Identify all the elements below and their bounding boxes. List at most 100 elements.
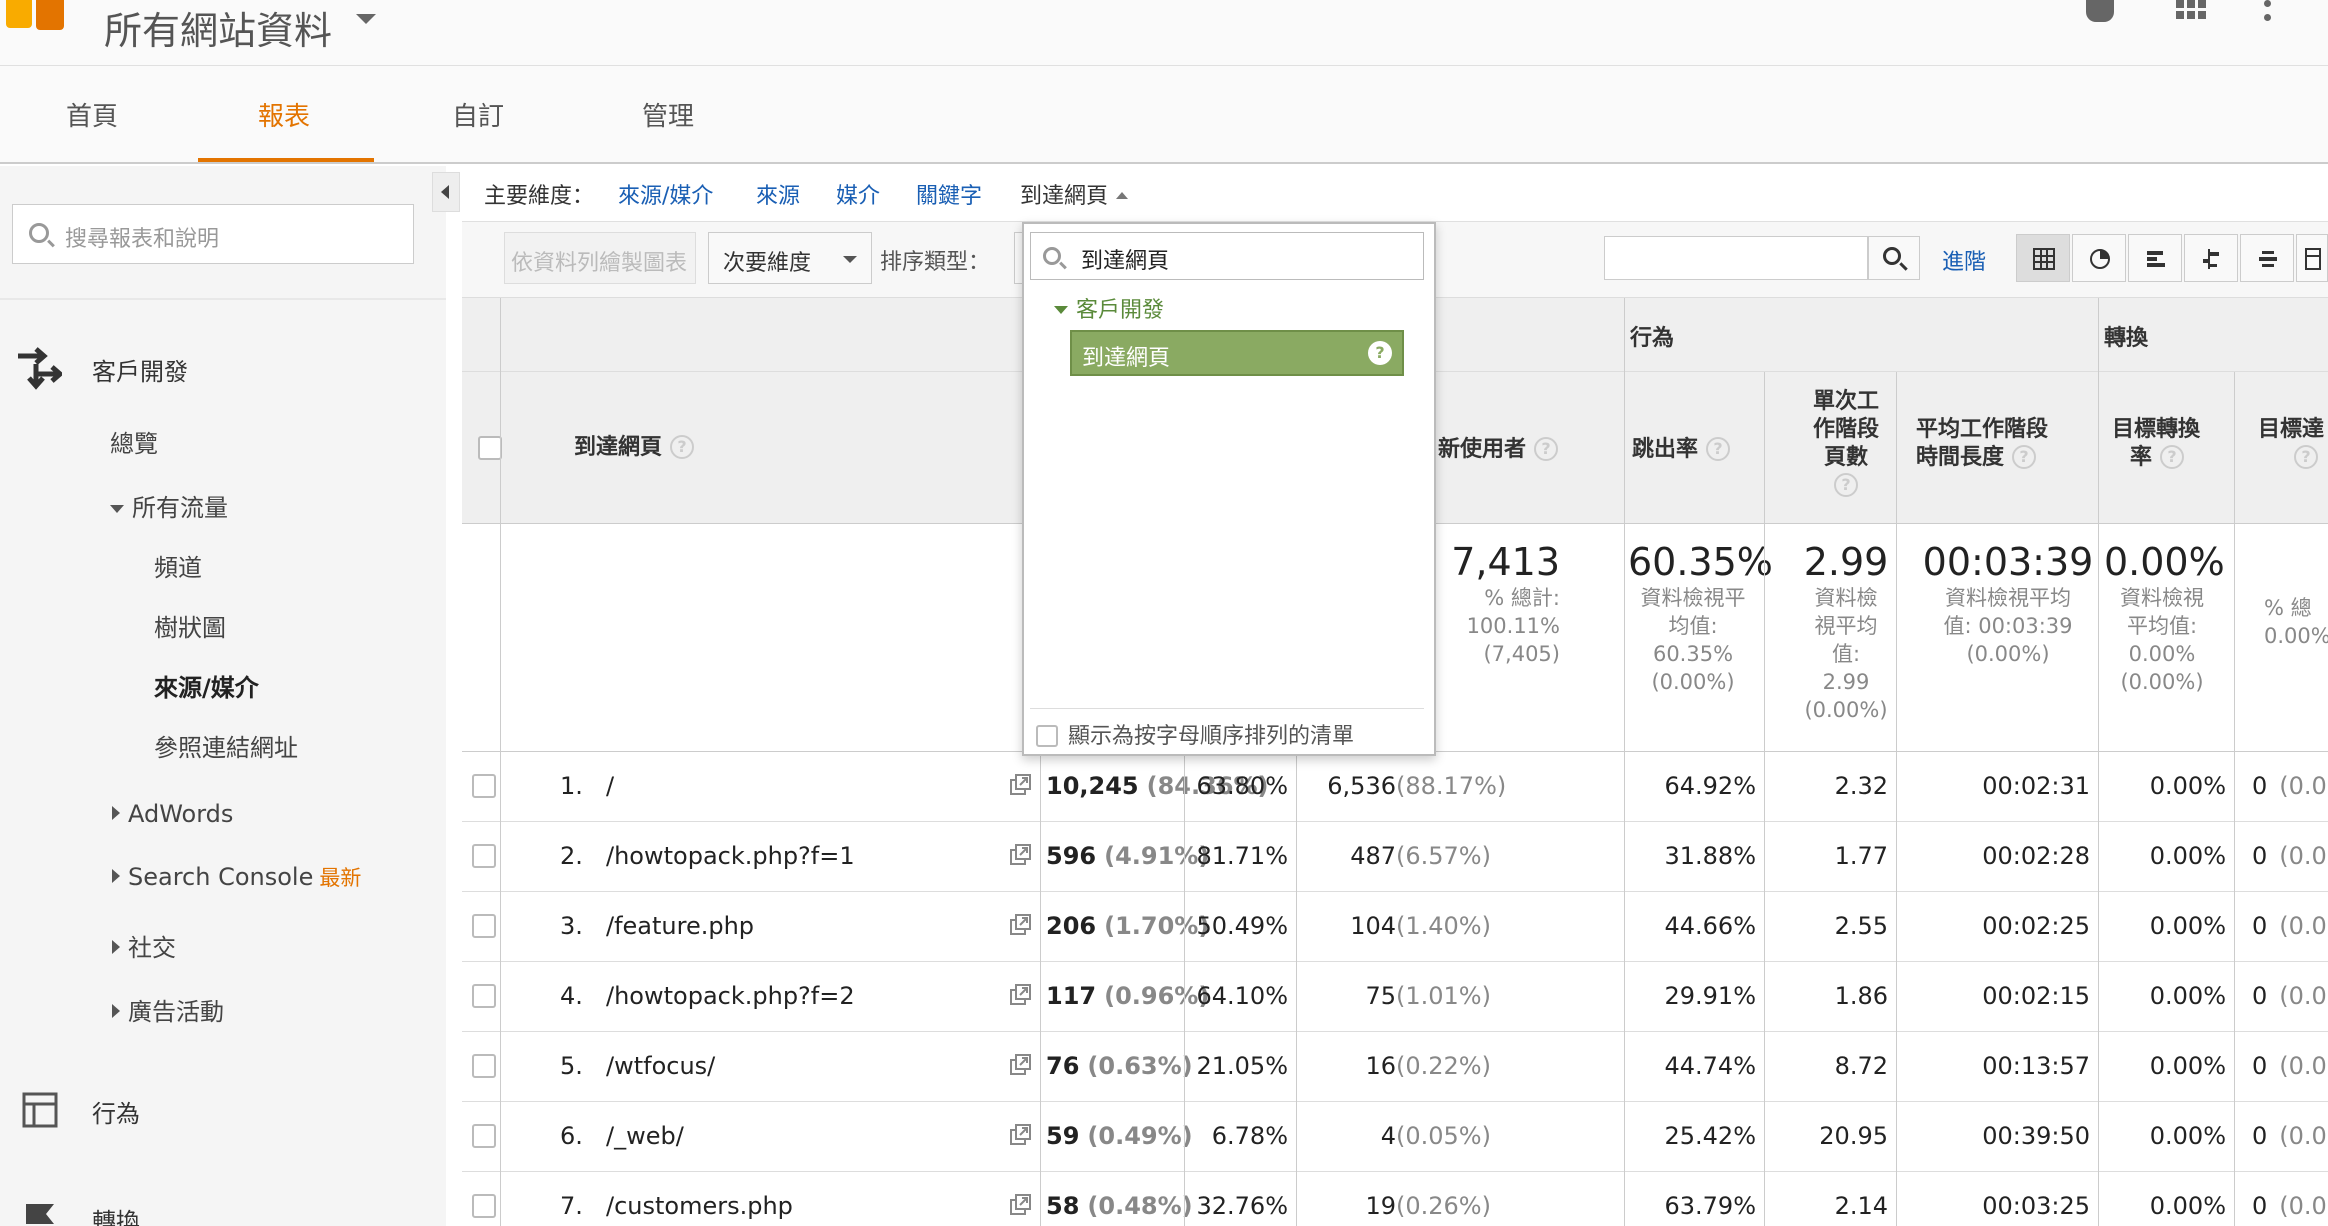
table-row[interactable]: 7. /customers.php 58 (0.48%) 32.76% 63.79% 2.1… — [462, 1172, 2328, 1226]
sidebar-item-acquisition[interactable]: 客戶開發 — [92, 352, 188, 387]
sidebar-item-all-traffic[interactable]: 所有流量 — [110, 488, 228, 523]
row-new-sessions-rate: 50.49% — [1192, 912, 1288, 940]
open-page-icon[interactable] — [1010, 984, 1032, 1006]
percentage-view-button[interactable] — [2072, 234, 2126, 282]
alphabetical-checkbox[interactable] — [1036, 725, 1058, 747]
dropdown-item-landing-page[interactable]: 到達網頁? — [1070, 330, 1404, 376]
open-page-icon[interactable] — [1010, 774, 1032, 796]
dropdown-group-acquisition[interactable]: 客戶開發 — [1054, 292, 1164, 324]
table-row[interactable]: 3. /feature.php 206 (1.70%) 50.49% 44.66% 2.55… — [462, 892, 2328, 962]
row-bounce-rate: 64.92% — [1632, 772, 1756, 800]
row-page-text: /howtopack.php?f=2 — [606, 982, 855, 1010]
sidebar-item-adwords[interactable]: AdWords — [112, 800, 233, 828]
col-goal-conversion-rate[interactable]: 目標轉換 率? — [2112, 416, 2200, 472]
help-icon[interactable]: ? — [670, 435, 695, 459]
dimension-keyword[interactable]: 關鍵字 — [916, 178, 982, 210]
table-row[interactable]: 5. /wtfocus/76 (0.63%) 21.05% 44.74% 8.72 00:1… — [462, 1032, 2328, 1102]
row-page-link[interactable]: /_web/ — [606, 1122, 684, 1150]
row-page-link[interactable]: /customers.php — [606, 1192, 793, 1220]
table-search-button[interactable] — [1868, 236, 1920, 280]
table-row[interactable]: 4. /howtopack.php?f=2 117 (0.96%) 64.10% 29.9… — [462, 962, 2328, 1032]
data-view-button[interactable] — [2016, 234, 2070, 282]
row-new-users: 16(0.22%) — [1304, 1052, 1618, 1080]
sidebar-item-conversions[interactable]: 轉換 — [92, 1202, 140, 1226]
help-icon[interactable]: ? — [2294, 445, 2318, 469]
alphabetical-list-option[interactable]: 顯示為按字母順序排列的清單 — [1036, 718, 1354, 750]
sidebar-item-campaigns[interactable]: 廣告活動 — [112, 992, 224, 1027]
row-checkbox[interactable] — [472, 1194, 496, 1218]
tab-admin[interactable]: 管理 — [642, 96, 694, 133]
sidebar-item-referrals[interactable]: 參照連結網址 — [154, 728, 298, 763]
notification-bell-icon[interactable] — [2086, 0, 2114, 22]
select-all-checkbox[interactable] — [478, 436, 502, 460]
row-checkbox[interactable] — [472, 774, 496, 798]
row-checkbox[interactable] — [472, 984, 496, 1008]
open-page-icon[interactable] — [1010, 1124, 1032, 1146]
col-landing-page[interactable]: 到達網頁? — [574, 434, 695, 462]
account-selector[interactable]: 所有網站資料 — [104, 0, 332, 55]
help-icon[interactable]: ? — [1834, 473, 1858, 497]
row-duration: 00:39:50 — [1902, 1122, 2090, 1150]
row-index: 1. — [560, 772, 583, 800]
sidebar-item-behavior[interactable]: 行為 — [92, 1094, 140, 1129]
help-icon[interactable]: ? — [1534, 437, 1559, 461]
table-row[interactable]: 6. /_web/59 (0.49%) 6.78% 25.42% 20.95 00:39:5… — [462, 1102, 2328, 1172]
help-icon[interactable]: ? — [1368, 341, 1392, 365]
help-icon[interactable]: ? — [2012, 445, 2037, 469]
term-cloud-view-button[interactable] — [2240, 234, 2294, 282]
tab-reports[interactable]: 報表 — [258, 96, 310, 133]
dimension-source-medium[interactable]: 來源/媒介 — [618, 178, 713, 210]
row-page-link[interactable]: /feature.php — [606, 912, 754, 940]
tab-home[interactable]: 首頁 — [66, 96, 118, 133]
col-goal-completions[interactable]: 目標達 ? — [2258, 416, 2324, 472]
row-new-users-value: 487 — [1350, 842, 1396, 870]
more-options-icon[interactable] — [2264, 0, 2272, 22]
row-page-link[interactable]: / — [606, 772, 614, 800]
row-new-users: 19(0.26%) — [1304, 1192, 1618, 1220]
dimension-landing-page[interactable]: 到達網頁 — [1020, 178, 1129, 210]
open-page-icon[interactable] — [1010, 1054, 1032, 1076]
report-search-input[interactable]: 搜尋報表和說明 — [12, 204, 414, 264]
secondary-dimension-select[interactable]: 次要維度 — [708, 232, 872, 284]
sidebar-item-social[interactable]: 社交 — [112, 928, 176, 963]
row-page-link[interactable]: /howtopack.php?f=2 — [606, 982, 855, 1010]
table-row[interactable]: 2. /howtopack.php?f=1 596 (4.91%) 81.71% 31.8… — [462, 822, 2328, 892]
row-new-users-pct: (0.05%) — [1396, 1122, 1491, 1150]
row-checkbox[interactable] — [472, 1124, 496, 1148]
row-checkbox[interactable] — [472, 914, 496, 938]
open-page-icon[interactable] — [1010, 914, 1032, 936]
sidebar-item-treemaps[interactable]: 樹狀圖 — [154, 608, 226, 643]
dimension-medium[interactable]: 媒介 — [836, 178, 880, 210]
row-page-link[interactable]: /wtfocus/ — [606, 1052, 715, 1080]
advanced-filter-link[interactable]: 進階 — [1942, 244, 1986, 276]
collapse-sidebar-button[interactable] — [432, 172, 460, 212]
open-page-icon[interactable] — [1010, 844, 1032, 866]
sidebar-item-channels[interactable]: 頻道 — [154, 548, 202, 583]
pivot-view-button[interactable] — [2296, 234, 2328, 282]
col-bounce-rate[interactable]: 跳出率? — [1632, 436, 1731, 464]
help-icon[interactable]: ? — [2160, 445, 2185, 469]
comparison-view-button[interactable] — [2184, 234, 2238, 282]
sidebar-item-overview[interactable]: 總覽 — [110, 424, 158, 459]
open-page-icon[interactable] — [1010, 1194, 1032, 1216]
row-checkbox[interactable] — [472, 844, 496, 868]
plot-rows-button[interactable]: 依資料列繪製圖表 — [504, 232, 696, 284]
help-icon[interactable]: ? — [1706, 437, 1731, 461]
chevron-down-icon[interactable] — [356, 14, 376, 24]
sidebar-item-search-console[interactable]: Search Console 最新 — [112, 862, 361, 892]
col-new-users[interactable]: 新使用者? — [1438, 436, 1559, 464]
sidebar-item-source-medium[interactable]: 來源/媒介 — [154, 668, 259, 703]
dimension-search-input[interactable]: 到達網頁 — [1030, 232, 1424, 280]
row-checkbox[interactable] — [472, 1054, 496, 1078]
row-page-text: /feature.php — [606, 912, 755, 940]
row-page-link[interactable]: /howtopack.php?f=1 — [606, 842, 855, 870]
analytics-logo[interactable] — [6, 0, 64, 30]
tab-customize[interactable]: 自訂 — [452, 96, 504, 133]
col-avg-session-duration[interactable]: 平均工作階段 時間長度? — [1916, 416, 2048, 472]
table-row[interactable]: 1. / 10,245 (84.36%) 63.80% 64.92% 2.32 00:02:3… — [462, 752, 2328, 822]
apps-grid-icon[interactable] — [2176, 0, 2206, 20]
dimension-source[interactable]: 來源 — [756, 178, 800, 210]
col-pages-per-session[interactable]: 單次工 作階段 頁數 ? — [1796, 388, 1896, 500]
performance-view-button[interactable] — [2128, 234, 2182, 282]
table-filter-input[interactable] — [1604, 236, 1868, 280]
